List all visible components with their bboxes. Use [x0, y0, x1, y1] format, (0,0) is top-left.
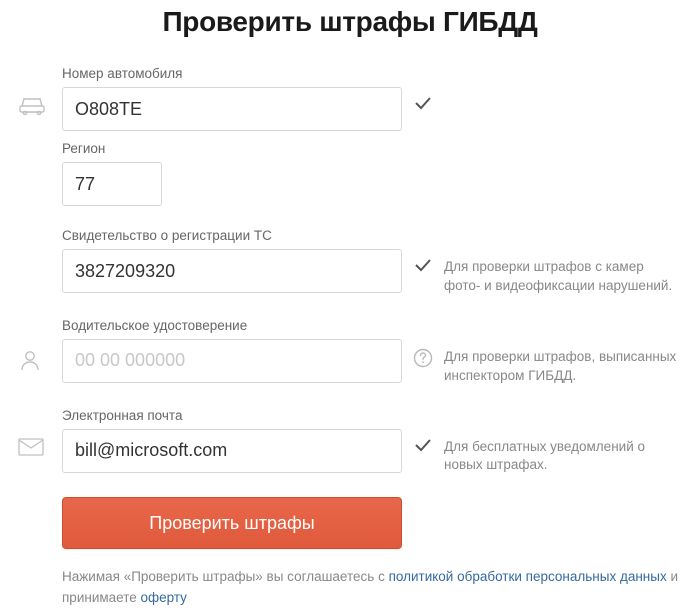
registration-label: Свидетельство о регистрации ТС	[62, 228, 402, 243]
license-label: Водительское удостоверение	[62, 318, 402, 333]
plate-region-label: Регион	[62, 141, 162, 156]
checkmark-icon	[402, 408, 444, 452]
person-icon	[18, 318, 62, 372]
car-icon	[18, 66, 62, 116]
privacy-policy-link[interactable]: политикой обработки персональных данных	[389, 569, 667, 584]
plate-region-input[interactable]	[62, 162, 162, 206]
offer-link[interactable]: оферту	[141, 590, 187, 605]
registration-input[interactable]	[62, 249, 402, 293]
email-row: Электронная почта Для бесплатных уведомл…	[18, 408, 682, 476]
license-row: Водительское удостоверение Для проверки …	[18, 318, 682, 386]
help-icon[interactable]	[402, 318, 444, 368]
envelope-icon	[18, 408, 62, 456]
submit-button[interactable]: Проверить штрафы	[62, 497, 402, 549]
plate-number-field: Номер автомобиля	[62, 66, 402, 131]
plate-region-field: Регион	[62, 141, 162, 206]
plate-number-input[interactable]	[62, 87, 402, 131]
email-label: Электронная почта	[62, 408, 402, 423]
page-title: Проверить штрафы ГИБДД	[18, 6, 682, 38]
license-hint: Для проверки штрафов, выписанных инспект…	[444, 318, 682, 386]
registration-hint: Для проверки штрафов с камер фото- и вид…	[444, 228, 682, 296]
registration-row: Свидетельство о регистрации ТС Для прове…	[18, 228, 682, 296]
email-input[interactable]	[62, 429, 402, 473]
checkmark-icon	[402, 228, 444, 272]
checkmark-icon	[402, 66, 444, 110]
license-input[interactable]	[62, 339, 402, 383]
plate-row: Номер автомобиля Регион	[18, 66, 682, 206]
email-hint: Для бесплатных уведомлений о новых штраф…	[444, 408, 682, 476]
plate-number-label: Номер автомобиля	[62, 66, 402, 81]
disclaimer-text: Нажимая «Проверить штрафы» вы соглашаете…	[62, 567, 682, 608]
